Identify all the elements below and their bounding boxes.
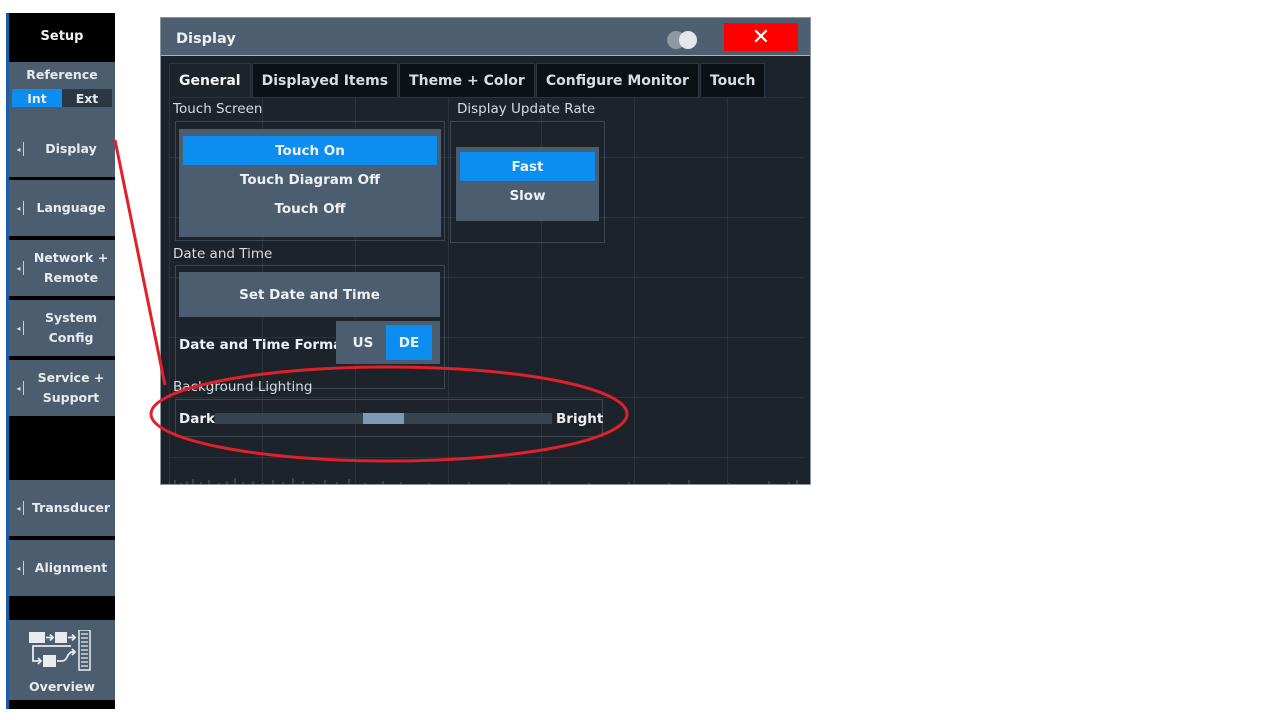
reference-panel: Reference Int Ext bbox=[9, 62, 115, 126]
submenu-arrow-icon: ◂ bbox=[9, 501, 31, 515]
sidebar-item-transducer[interactable]: ◂ Transducer bbox=[9, 480, 115, 536]
reference-ext-option[interactable]: Ext bbox=[62, 89, 112, 107]
fast-option[interactable]: Fast bbox=[460, 152, 595, 181]
sidebar-item-label: Transducer bbox=[32, 500, 110, 515]
bright-label: Bright bbox=[556, 411, 604, 427]
sidebar-item-network-remote[interactable]: ◂ Network + Remote bbox=[9, 240, 115, 296]
dark-label: Dark bbox=[179, 411, 215, 427]
tab-bar: General Displayed Items Theme + Color Co… bbox=[169, 63, 766, 97]
sidebar-item-label: System Config bbox=[44, 310, 98, 345]
sidebar-item-system-config[interactable]: ◂ System Config bbox=[9, 300, 115, 356]
touch-on-option[interactable]: Touch On bbox=[183, 136, 437, 165]
sidebar-item-label: Language bbox=[36, 200, 106, 215]
setup-sidebar: Setup Reference Int Ext ◂ Display ◂ Lang… bbox=[6, 13, 115, 709]
format-de-option[interactable]: DE bbox=[386, 325, 432, 360]
sidebar-item-display[interactable]: ◂ Display bbox=[9, 121, 115, 177]
submenu-arrow-icon: ◂ bbox=[9, 381, 31, 395]
overview-label: Overview bbox=[29, 679, 95, 694]
overview-button[interactable]: Overview bbox=[9, 620, 115, 700]
trace-noise-decoration bbox=[169, 478, 798, 484]
submenu-arrow-icon: ◂ bbox=[9, 321, 31, 335]
sidebar-item-service-support[interactable]: ◂ Service + Support bbox=[9, 360, 115, 416]
submenu-arrow-icon: ◂ bbox=[9, 201, 31, 215]
tab-general[interactable]: General bbox=[169, 63, 251, 97]
annotation-pointer-line bbox=[113, 139, 167, 386]
dialog-titlebar[interactable]: Display ✕ bbox=[161, 18, 810, 56]
format-us-option[interactable]: US bbox=[340, 325, 386, 360]
touch-off-option[interactable]: Touch Off bbox=[183, 194, 437, 223]
signal-flow-icon bbox=[29, 630, 91, 671]
date-time-format-label: Date and Time Format bbox=[179, 337, 349, 353]
touch-screen-list[interactable]: Touch On Touch Diagram Off Touch Off bbox=[179, 129, 441, 237]
slider-thumb[interactable] bbox=[363, 413, 404, 424]
sidebar-item-label: Network + Remote bbox=[33, 250, 109, 285]
sidebar-item-label: Display bbox=[45, 141, 97, 156]
touch-diagram-off-option[interactable]: Touch Diagram Off bbox=[183, 165, 437, 194]
slow-option[interactable]: Slow bbox=[460, 181, 595, 210]
reference-toggle[interactable]: Int Ext bbox=[12, 89, 112, 107]
background-lighting-label: Background Lighting bbox=[173, 379, 313, 395]
update-rate-label: Display Update Rate bbox=[457, 101, 596, 117]
reference-title: Reference bbox=[26, 67, 98, 82]
submenu-arrow-icon: ◂ bbox=[9, 142, 31, 156]
sidebar-item-label: Alignment bbox=[34, 560, 108, 575]
theme-toggle-icon[interactable] bbox=[667, 30, 699, 49]
tab-touch[interactable]: Touch bbox=[699, 63, 766, 97]
date-time-format-toggle[interactable]: US DE bbox=[336, 321, 440, 364]
date-time-label: Date and Time bbox=[173, 246, 273, 262]
close-icon: ✕ bbox=[751, 24, 771, 50]
tab-theme-color[interactable]: Theme + Color bbox=[399, 63, 535, 97]
touch-screen-label: Touch Screen bbox=[173, 101, 263, 117]
dialog-title: Display bbox=[176, 31, 236, 47]
set-date-time-button[interactable]: Set Date and Time bbox=[179, 272, 440, 317]
tab-configure-monitor[interactable]: Configure Monitor bbox=[535, 63, 699, 97]
sidebar-item-alignment[interactable]: ◂ Alignment bbox=[9, 540, 115, 596]
sidebar-header: Setup bbox=[40, 29, 84, 44]
background-lighting-slider[interactable] bbox=[215, 413, 552, 424]
tab-displayed-items[interactable]: Displayed Items bbox=[251, 63, 399, 97]
update-rate-list[interactable]: Fast Slow bbox=[456, 147, 599, 221]
submenu-arrow-icon: ◂ bbox=[9, 261, 31, 275]
reference-int-option[interactable]: Int bbox=[12, 89, 62, 107]
display-dialog: Display ✕ General Displayed Items Theme … bbox=[160, 17, 811, 485]
submenu-arrow-icon: ◂ bbox=[9, 561, 31, 575]
general-tab-content: Touch Screen Touch On Touch Diagram Off … bbox=[169, 97, 805, 484]
sidebar-item-label: Service + Support bbox=[37, 370, 105, 405]
close-button[interactable]: ✕ bbox=[724, 23, 798, 51]
sidebar-item-language[interactable]: ◂ Language bbox=[9, 180, 115, 236]
